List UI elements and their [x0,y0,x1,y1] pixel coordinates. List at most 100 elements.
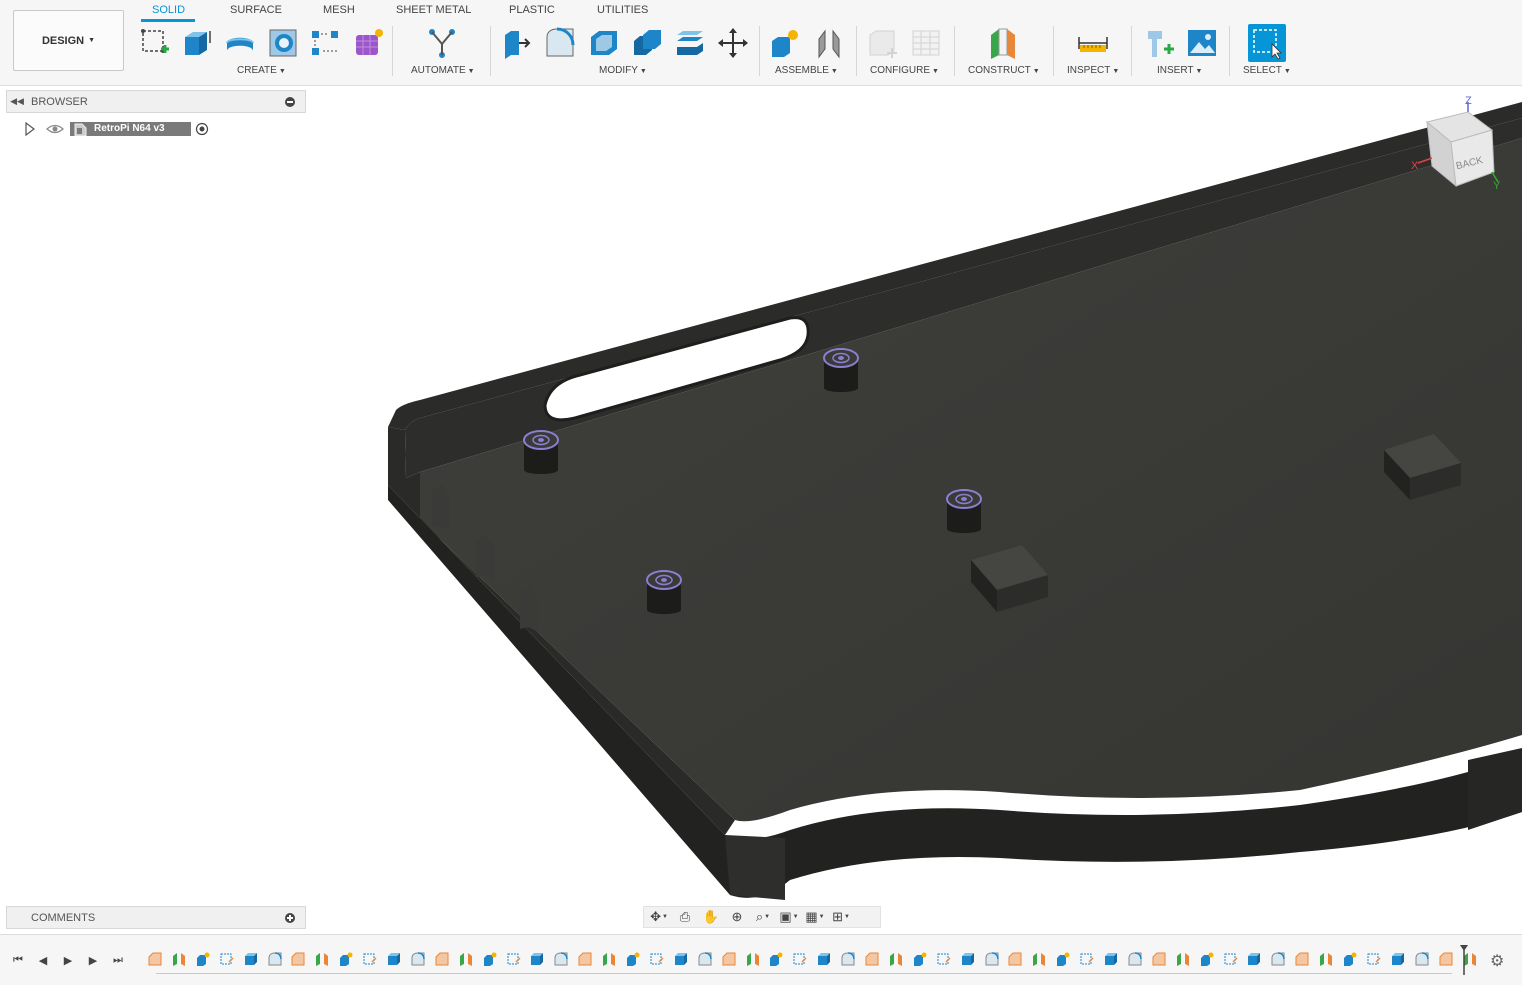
timeline-plane-icon[interactable] [1176,952,1190,966]
look-at-icon[interactable]: ⎙ [674,908,696,926]
tab-sheet-metal[interactable]: SHEET METAL [396,4,471,16]
create-sketch-icon[interactable] [138,26,172,60]
grid-icon[interactable]: ▦ ▼ [804,908,826,926]
timeline-fillet-icon[interactable] [268,952,282,966]
model-render[interactable]: BACK Z X Y [0,86,1522,934]
automate-menu[interactable]: AUTOMATE ▼ [411,65,475,76]
timeline-sketch-icon[interactable] [650,952,664,966]
extrude-icon[interactable] [180,26,214,60]
workspace-switcher[interactable]: DESIGN ▼ [13,10,124,71]
timeline-sketch-icon[interactable] [1080,952,1094,966]
step-forward-icon[interactable]: ▶ [85,952,101,968]
timeline-chamfer-icon[interactable] [865,952,879,966]
timeline-fillet-icon[interactable] [698,952,712,966]
select-icon[interactable] [1248,24,1286,62]
timeline-sketch-icon[interactable] [1367,952,1381,966]
go-to-end-icon[interactable]: ⏭ [110,952,126,968]
3d-viewport[interactable]: BACK Z X Y [0,86,1522,934]
joint-icon[interactable] [812,26,846,60]
timeline-extrude-icon[interactable] [1391,952,1405,966]
timeline-extrude-icon[interactable] [244,952,258,966]
timeline-fillet-icon[interactable] [554,952,569,966]
configure-menu[interactable]: CONFIGURE ▼ [870,65,939,76]
screw-boss[interactable] [946,489,982,533]
timeline-component-icon[interactable] [769,952,783,966]
timeline-marker[interactable] [1460,945,1468,975]
timeline-component-icon[interactable] [339,952,353,966]
timeline-plane-icon[interactable] [746,952,760,966]
browser-root-row[interactable]: RetroPi N64 v3 [20,120,209,138]
new-component-icon[interactable] [768,26,802,60]
timeline-plane-icon[interactable] [459,952,473,966]
tab-utilities[interactable]: UTILITIES [597,4,648,16]
measure-icon[interactable] [1076,26,1110,60]
screw-boss[interactable] [823,348,859,392]
modify-menu[interactable]: MODIFY ▼ [599,65,647,76]
timeline-component-icon[interactable] [1200,952,1214,966]
timeline-component-icon[interactable] [1343,952,1357,966]
create-menu[interactable]: CREATE ▼ [237,65,286,76]
timeline-chamfer-icon[interactable] [291,952,305,966]
visibility-eye-icon[interactable] [46,122,64,136]
timeline-plane-icon[interactable] [172,952,186,966]
comments-panel-header[interactable]: COMMENTS [6,906,306,929]
activate-radio-icon[interactable] [195,122,209,136]
construct-menu[interactable]: CONSTRUCT ▼ [968,65,1040,76]
press-pull-icon[interactable] [500,26,534,60]
timeline-component-icon[interactable] [1056,952,1070,966]
timeline-plane-icon[interactable] [889,952,903,966]
step-back-icon[interactable]: ◀ [35,952,51,968]
automate-icon[interactable] [425,26,459,60]
move-icon[interactable] [716,26,750,60]
display-settings-icon[interactable]: ▣ ▼ [778,908,800,926]
orbit-icon[interactable]: ✥ ▼ [648,908,670,926]
timeline-settings-gear-icon[interactable]: ⚙ [1490,951,1508,970]
tab-surface[interactable]: SURFACE [230,4,282,16]
add-comment-icon[interactable] [285,912,295,923]
fit-icon[interactable]: ⌕ ▼ [752,908,774,926]
zoom-icon[interactable]: ⊕ [726,908,748,926]
screw-boss[interactable] [523,430,559,474]
construct-plane-icon[interactable] [986,26,1020,60]
timeline-chamfer-icon[interactable] [1008,952,1022,966]
document-root-item[interactable]: RetroPi N64 v3 [70,122,191,136]
timeline-sketch-icon[interactable] [507,952,521,966]
assemble-menu[interactable]: ASSEMBLE ▼ [775,65,838,76]
browser-panel-header[interactable]: ◀◀ BROWSER [6,90,306,113]
timeline-extrude-icon[interactable] [530,952,544,966]
timeline-extrude-icon[interactable] [1247,952,1261,966]
timeline-extrude-icon[interactable] [961,952,975,966]
insert-canvas-icon[interactable] [1185,26,1219,60]
play-icon[interactable]: ▶ [60,952,76,968]
configure-rows-icon[interactable] [909,26,943,60]
timeline-sketch-icon[interactable] [793,952,807,966]
timeline-fillet-icon[interactable] [841,952,855,966]
timeline-fillet-icon[interactable] [1415,952,1429,966]
configure-table-icon[interactable] [866,26,900,60]
timeline-fillet-icon[interactable] [985,952,999,966]
timeline-component-icon[interactable] [196,952,210,966]
offset-face-icon[interactable] [673,26,707,60]
shell-icon[interactable] [587,26,621,60]
go-to-start-icon[interactable]: ⏮ [10,952,26,968]
pattern-icon[interactable] [308,26,342,60]
form-icon[interactable] [351,26,385,60]
timeline-fillet-icon[interactable] [411,952,425,966]
timeline-extrude-icon[interactable] [817,952,831,966]
timeline-component-icon[interactable] [626,952,640,966]
timeline-chamfer-icon[interactable] [1152,952,1166,966]
timeline-chamfer-icon[interactable] [722,952,736,966]
tab-plastic[interactable]: PLASTIC [509,4,555,16]
fillet-icon[interactable] [543,26,577,60]
timeline-component-icon[interactable] [483,952,497,966]
timeline-plane-icon[interactable] [1319,952,1333,966]
timeline-plane-icon[interactable] [315,952,329,966]
combine-icon[interactable] [630,26,664,60]
tab-mesh[interactable]: MESH [323,4,355,16]
timeline-chamfer-icon[interactable] [578,952,592,966]
insert-derive-icon[interactable] [1143,26,1177,60]
timeline-plane-icon[interactable] [1032,952,1046,966]
expand-triangle-icon[interactable] [23,122,37,136]
timeline-chamfer-icon[interactable] [435,952,449,966]
timeline-sketch-icon[interactable] [1224,952,1238,966]
